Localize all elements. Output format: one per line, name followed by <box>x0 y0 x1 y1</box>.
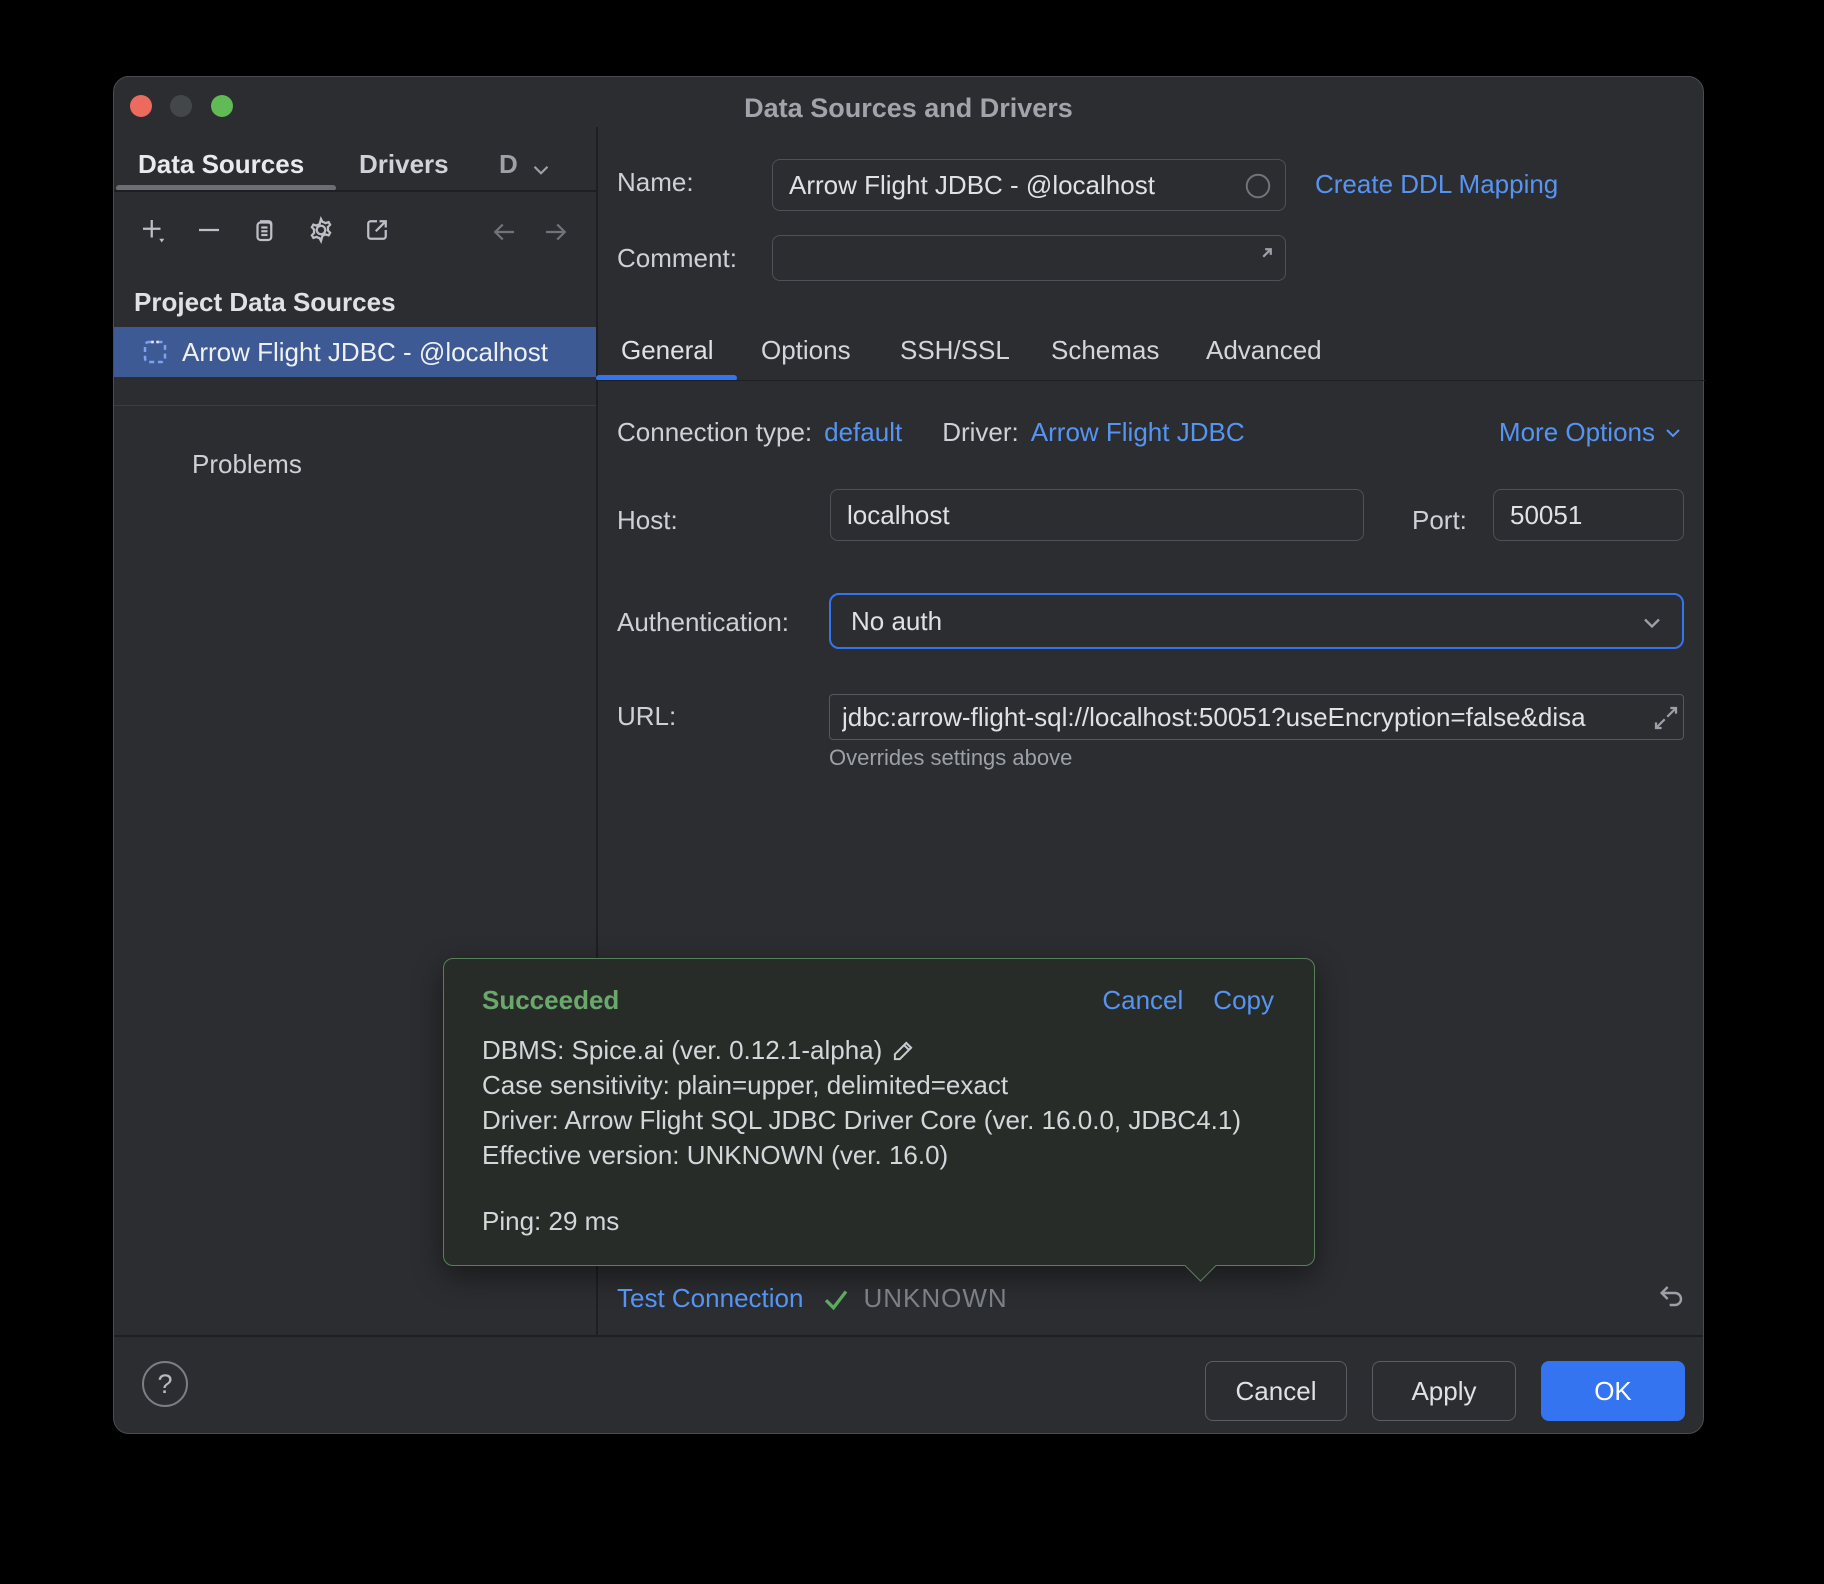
comment-field-wrap <box>772 235 1286 281</box>
host-input[interactable] <box>831 490 1363 540</box>
settings-gear-icon[interactable] <box>304 213 338 247</box>
sidebar-item-problems[interactable]: Problems <box>192 449 302 480</box>
name-field-wrap <box>772 159 1286 211</box>
expand-icon[interactable] <box>1247 243 1277 273</box>
popup-tail <box>1184 1249 1217 1282</box>
url-hint: Overrides settings above <box>829 745 1072 771</box>
sidebar-section-divider <box>114 405 596 406</box>
sidebar-tab-divider <box>114 190 596 192</box>
popup-copy-link[interactable]: Copy <box>1213 985 1274 1016</box>
tab-options[interactable]: Options <box>761 335 851 366</box>
tab-row-divider <box>596 380 1705 381</box>
connection-type-label: Connection type: <box>617 417 812 448</box>
host-label: Host: <box>617 505 678 536</box>
back-arrow-icon[interactable] <box>488 217 520 247</box>
apply-button[interactable]: Apply <box>1372 1361 1516 1421</box>
edit-pencil-icon[interactable] <box>890 1038 916 1064</box>
cancel-button[interactable]: Cancel <box>1205 1361 1347 1421</box>
popup-line-driver: Driver: Arrow Flight SQL JDBC Driver Cor… <box>482 1103 1278 1138</box>
port-field-wrap <box>1493 489 1684 541</box>
popup-body: DBMS: Spice.ai (ver. 0.12.1-alpha) Case … <box>482 1033 1278 1239</box>
popup-header: Succeeded Cancel Copy <box>482 985 1274 1016</box>
dbms-text: DBMS: Spice.ai (ver. 0.12.1-alpha) <box>482 1033 882 1068</box>
duplicate-icon[interactable] <box>248 213 282 247</box>
chevron-down-icon <box>1638 609 1666 637</box>
popup-line-version: Effective version: UNKNOWN (ver. 16.0) <box>482 1138 1278 1173</box>
connection-type-value-link[interactable]: default <box>824 417 902 448</box>
port-input[interactable] <box>1494 490 1683 540</box>
tab-general[interactable]: General <box>621 335 714 366</box>
tab-drivers[interactable]: Drivers <box>359 149 449 180</box>
tab-advanced[interactable]: Advanced <box>1206 335 1322 366</box>
connection-type-row: Connection type: default Driver: Arrow F… <box>617 417 1685 448</box>
comment-input[interactable] <box>773 236 1285 280</box>
popup-cancel-link[interactable]: Cancel <box>1102 985 1183 1016</box>
data-sources-dialog: Data Sources and Drivers Data Sources Dr… <box>113 76 1704 1434</box>
popup-line-dbms: DBMS: Spice.ai (ver. 0.12.1-alpha) <box>482 1033 1278 1068</box>
datasource-toolbar <box>136 213 394 247</box>
tab-schemas[interactable]: Schemas <box>1051 335 1159 366</box>
name-input[interactable] <box>773 160 1285 210</box>
export-icon[interactable] <box>360 213 394 247</box>
popup-line-ping: Ping: 29 ms <box>482 1204 1278 1239</box>
more-options-chevron-icon[interactable] <box>1661 421 1685 445</box>
tab-ddl-mappings-truncated[interactable]: D <box>499 149 518 180</box>
project-data-sources-header: Project Data Sources <box>134 287 396 318</box>
loading-circle-icon <box>1243 171 1273 201</box>
check-icon <box>821 1284 851 1314</box>
footer-divider <box>114 1335 1703 1337</box>
test-connection-result-popup: Succeeded Cancel Copy DBMS: Spice.ai (ve… <box>443 958 1315 1266</box>
remove-icon[interactable] <box>192 213 226 247</box>
driver-label: Driver: <box>942 417 1019 448</box>
add-icon[interactable] <box>136 213 170 247</box>
authentication-dropdown[interactable]: No auth <box>829 593 1684 649</box>
expand-icon[interactable] <box>1651 703 1681 733</box>
url-field-wrap <box>829 694 1684 740</box>
test-connection-row: Test Connection UNKNOWN <box>617 1283 1008 1314</box>
datasource-item-label: Arrow Flight JDBC - @localhost <box>182 337 548 368</box>
url-input[interactable] <box>830 695 1683 739</box>
comment-label: Comment: <box>617 243 737 274</box>
host-field-wrap <box>830 489 1364 541</box>
window-title: Data Sources and Drivers <box>114 93 1703 124</box>
driver-value-link[interactable]: Arrow Flight JDBC <box>1031 417 1245 448</box>
more-options-link[interactable]: More Options <box>1499 417 1655 448</box>
datasource-list-item-selected[interactable]: Arrow Flight JDBC - @localhost <box>114 327 596 377</box>
port-label: Port: <box>1412 505 1467 536</box>
chevron-down-icon[interactable] <box>528 157 554 183</box>
popup-line-case: Case sensitivity: plain=upper, delimited… <box>482 1068 1278 1103</box>
ok-button[interactable]: OK <box>1541 1361 1685 1421</box>
test-connection-link[interactable]: Test Connection <box>617 1283 803 1314</box>
authentication-label: Authentication: <box>617 607 789 638</box>
screen: Data Sources and Drivers Data Sources Dr… <box>0 0 1824 1584</box>
tab-data-sources[interactable]: Data Sources <box>138 149 304 180</box>
tab-ssh-ssl[interactable]: SSH/SSL <box>900 335 1010 366</box>
connection-status: UNKNOWN <box>863 1283 1007 1314</box>
name-label: Name: <box>617 167 694 198</box>
authentication-value: No auth <box>851 606 942 637</box>
help-button[interactable]: ? <box>142 1361 188 1407</box>
forward-arrow-icon[interactable] <box>540 217 572 247</box>
url-label: URL: <box>617 701 676 732</box>
popup-status: Succeeded <box>482 985 619 1016</box>
create-ddl-mapping-link[interactable]: Create DDL Mapping <box>1315 169 1558 200</box>
popup-line-blank <box>482 1173 1278 1204</box>
undo-icon[interactable] <box>1654 1281 1688 1313</box>
help-glyph: ? <box>157 1369 172 1400</box>
datasource-icon <box>140 337 170 367</box>
